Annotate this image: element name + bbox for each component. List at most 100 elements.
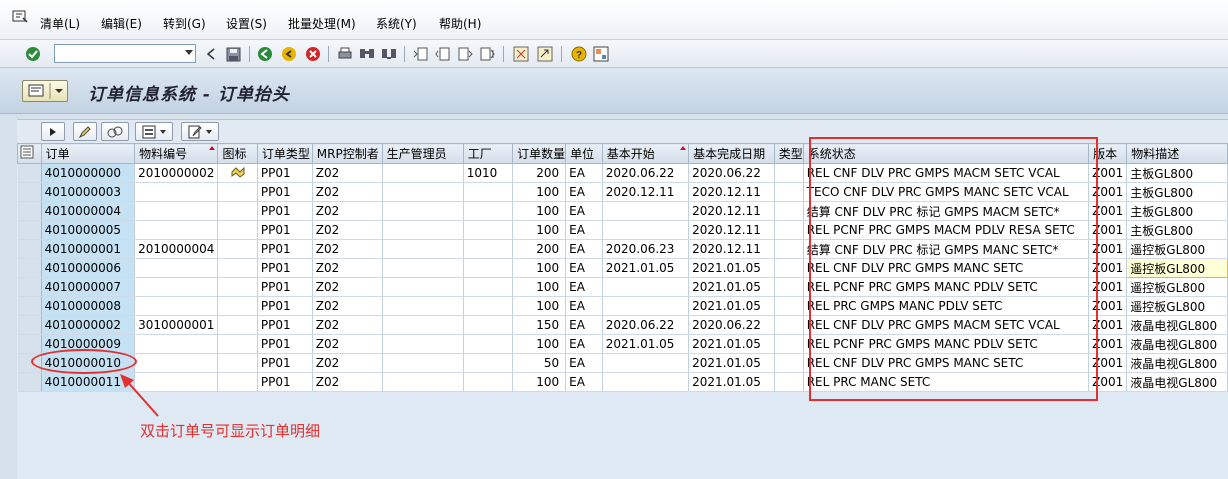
prev-page-icon[interactable] bbox=[434, 45, 452, 63]
order-cell[interactable]: 4010000009 bbox=[41, 334, 136, 354]
menu-list[interactable]: 清单(L) bbox=[40, 15, 80, 32]
order-cell[interactable]: 4010000001 bbox=[41, 239, 136, 259]
change-button[interactable] bbox=[73, 122, 97, 141]
row-selector[interactable] bbox=[17, 201, 42, 221]
title-menu-button[interactable] bbox=[22, 80, 68, 102]
status-cell: 结算 CNF DLV PRC 标记 GMPS MACM SETC* bbox=[803, 201, 1090, 221]
row-selector[interactable] bbox=[17, 239, 42, 259]
order-type-cell: PP01 bbox=[257, 239, 313, 259]
shortcut-icon[interactable] bbox=[536, 45, 554, 63]
mrp-cell: Z02 bbox=[312, 220, 383, 240]
menu-settings[interactable]: 设置(S) bbox=[226, 15, 267, 32]
table-row[interactable]: 4010000009 PP01 Z02 100 EA 2021.01.05 2021.01.… bbox=[17, 334, 1228, 354]
col-version[interactable]: 版本 bbox=[1088, 143, 1128, 164]
display-button[interactable] bbox=[101, 122, 129, 141]
desc-cell: 液晶电视GL800 bbox=[1126, 353, 1228, 373]
order-cell[interactable]: 4010000002 bbox=[41, 315, 136, 335]
col-admin[interactable]: 生产管理员 bbox=[381, 143, 464, 164]
first-page-icon[interactable] bbox=[412, 45, 430, 63]
create-session-icon[interactable] bbox=[512, 45, 530, 63]
col-icon[interactable]: 图标 bbox=[217, 143, 258, 164]
exit-icon[interactable] bbox=[280, 45, 298, 63]
start-cell bbox=[602, 296, 690, 316]
row-selector[interactable] bbox=[17, 182, 42, 202]
row-selector[interactable] bbox=[17, 334, 42, 354]
admin-cell bbox=[382, 201, 464, 221]
desc-cell: 液晶电视GL800 bbox=[1126, 315, 1228, 335]
row-selector[interactable] bbox=[17, 315, 42, 335]
divider bbox=[404, 46, 405, 62]
row-selector[interactable] bbox=[17, 220, 42, 240]
next-page-icon[interactable] bbox=[456, 45, 474, 63]
details-button[interactable] bbox=[41, 122, 65, 141]
layout-select-button[interactable] bbox=[135, 122, 173, 141]
print-icon[interactable] bbox=[336, 45, 354, 63]
order-cell[interactable]: 4010000004 bbox=[41, 201, 136, 221]
col-start[interactable]: 基本开始 bbox=[601, 143, 690, 164]
table-row[interactable]: 4010000011 PP01 Z02 100 EA 2021.01.05 REL PRC … bbox=[17, 372, 1228, 392]
desc-cell: 液晶电视GL800 bbox=[1126, 334, 1228, 354]
col-order-type[interactable]: 订单类型 bbox=[256, 143, 313, 164]
menu-batch[interactable]: 批量处理(M) bbox=[288, 15, 356, 32]
row-selector[interactable] bbox=[17, 372, 42, 392]
find-next-icon[interactable] bbox=[380, 45, 398, 63]
order-cell[interactable]: 4010000003 bbox=[41, 182, 136, 202]
sort-indicator-icon bbox=[209, 146, 216, 150]
menu-goto[interactable]: 转到(G) bbox=[163, 15, 206, 32]
enter-icon[interactable] bbox=[24, 45, 42, 63]
cancel-icon[interactable] bbox=[304, 45, 322, 63]
col-qty[interactable]: 订单数量 bbox=[512, 143, 567, 164]
desc-cell: 主板GL800 bbox=[1126, 220, 1228, 240]
table-row[interactable]: 4010000005 PP01 Z02 100 EA 2020.12.11 REL PCNF… bbox=[17, 220, 1228, 240]
order-cell[interactable]: 4010000006 bbox=[41, 258, 136, 278]
order-cell[interactable]: 4010000005 bbox=[41, 220, 136, 240]
collapse-icon[interactable] bbox=[202, 45, 220, 63]
col-plant[interactable]: 工厂 bbox=[462, 143, 514, 164]
table-row[interactable]: 4010000004 PP01 Z02 100 EA 2020.12.11 结算 CNF D… bbox=[17, 201, 1228, 221]
menu-edit[interactable]: 编辑(E) bbox=[101, 15, 142, 32]
row-selector[interactable] bbox=[17, 258, 42, 278]
table-row[interactable]: 4010000000 2010000002 PP01 Z02 1010 200 EA 2020… bbox=[17, 163, 1228, 183]
unit-cell: EA bbox=[565, 372, 603, 392]
menu-system[interactable]: 系统(Y) bbox=[376, 15, 417, 32]
last-page-icon[interactable] bbox=[478, 45, 496, 63]
command-field[interactable] bbox=[54, 44, 196, 63]
table-row[interactable]: 4010000001 2010000004 PP01 Z02 200 EA 2020.06.… bbox=[17, 239, 1228, 259]
kind-cell bbox=[774, 201, 804, 221]
find-icon[interactable] bbox=[358, 45, 376, 63]
edit-layout-button[interactable] bbox=[181, 122, 219, 141]
row-selector[interactable] bbox=[17, 353, 42, 373]
order-cell[interactable]: 4010000007 bbox=[41, 277, 136, 297]
row-selector[interactable] bbox=[17, 277, 42, 297]
order-type-cell: PP01 bbox=[257, 182, 313, 202]
col-mrp[interactable]: MRP控制者 bbox=[311, 143, 383, 164]
col-status[interactable]: 系统状态 bbox=[802, 143, 1090, 164]
col-kind[interactable]: 类型 bbox=[773, 143, 804, 164]
table-row[interactable]: 4010000010 PP01 Z02 50 EA 2021.01.05 REL CNF D… bbox=[17, 353, 1228, 373]
menu-help[interactable]: 帮助(H) bbox=[439, 15, 481, 32]
col-desc[interactable]: 物料描述 bbox=[1126, 143, 1228, 164]
order-cell[interactable]: 4010000000 bbox=[41, 163, 136, 183]
row-selector[interactable] bbox=[17, 296, 42, 316]
save-icon[interactable] bbox=[224, 45, 242, 63]
table-row[interactable]: 4010000006 PP01 Z02 100 EA 2021.01.05 2021.01.… bbox=[17, 258, 1228, 278]
table-row[interactable]: 4010000008 PP01 Z02 100 EA 2021.01.05 REL PRC … bbox=[17, 296, 1228, 316]
help-icon[interactable]: ? bbox=[570, 45, 588, 63]
sap-menu-icon[interactable] bbox=[12, 10, 28, 24]
order-cell[interactable]: 4010000008 bbox=[41, 296, 136, 316]
col-unit[interactable]: 单位 bbox=[565, 143, 603, 164]
layout-icon[interactable] bbox=[592, 45, 610, 63]
back-icon[interactable] bbox=[256, 45, 274, 63]
col-order[interactable]: 订单 bbox=[40, 143, 136, 164]
table-row[interactable]: 4010000007 PP01 Z02 100 EA 2021.01.05 REL PCNF… bbox=[17, 277, 1228, 297]
finish-cell: 2021.01.05 bbox=[688, 258, 775, 278]
table-row[interactable]: 4010000003 PP01 Z02 100 EA 2020.12.11 2020.12.… bbox=[17, 182, 1228, 202]
col-finish[interactable]: 基本完成日期 bbox=[688, 143, 775, 164]
select-all-icon[interactable] bbox=[17, 143, 42, 164]
order-cell[interactable]: 4010000010 bbox=[41, 353, 136, 373]
table-row[interactable]: 4010000002 3010000001 PP01 Z02 150 EA 2020.06.… bbox=[17, 315, 1228, 335]
row-selector[interactable] bbox=[17, 163, 42, 183]
col-material[interactable]: 物料编号 bbox=[134, 143, 219, 164]
finish-cell: 2020.06.22 bbox=[688, 163, 775, 183]
chevron-down-icon[interactable] bbox=[185, 50, 193, 55]
